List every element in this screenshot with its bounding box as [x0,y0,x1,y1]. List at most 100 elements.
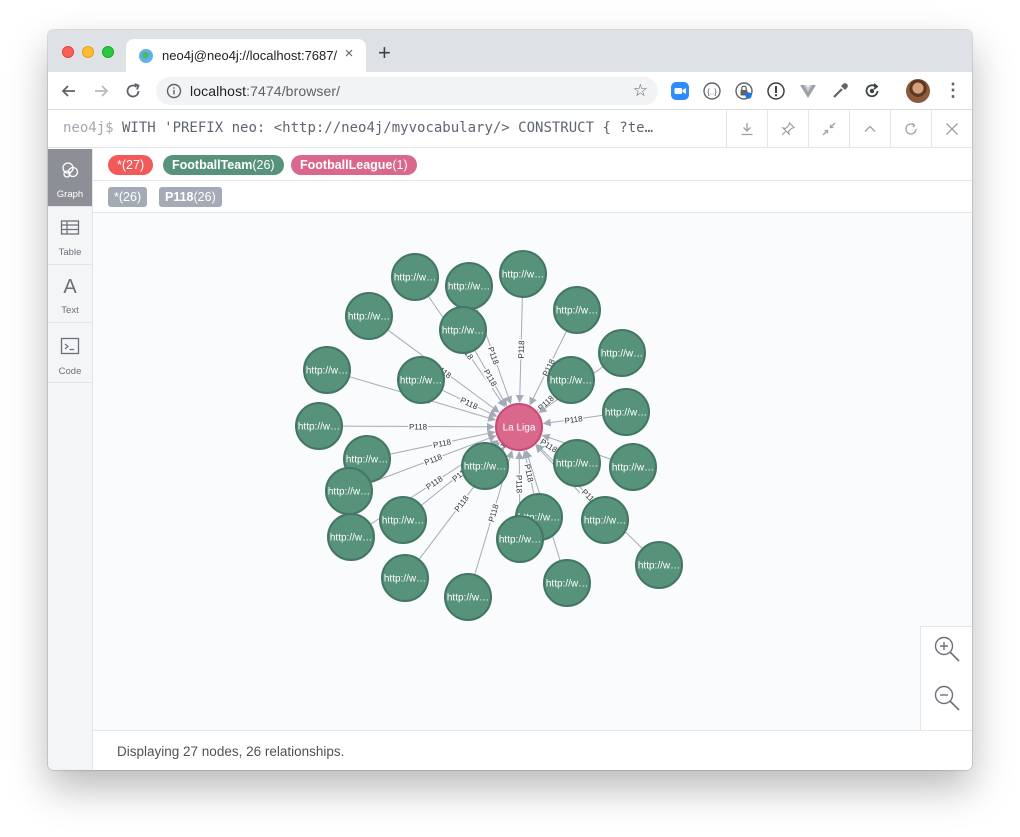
info-extension-icon[interactable] [766,81,786,101]
command-bar[interactable]: neo4j$ WITH 'PREFIX neo: <http://neo4j/m… [48,110,972,148]
new-tab-button[interactable]: + [378,40,391,66]
team-node-label: http://w… [384,574,426,585]
relationship-label: P118 [423,452,444,467]
tab-title: neo4j@neo4j://localhost:7687/ [162,48,337,63]
relationship-label: P118 [514,475,523,494]
site-info-icon[interactable] [166,83,182,99]
browser-menu-icon[interactable]: ⋮ [944,80,962,101]
collapse-arrows-icon [822,122,836,136]
pill-count: (27) [121,158,145,172]
team-node-label: http://w… [328,487,370,498]
label-pill-footballteam[interactable]: FootballTeam(26) [163,155,284,175]
vue-extension-icon[interactable] [798,81,818,101]
team-node-label: http://w… [346,455,388,466]
team-node-label: http://w… [400,376,442,387]
zoom-out-icon[interactable] [932,683,962,713]
team-node-label: http://w… [584,516,626,527]
url-path: :7474/browser/ [246,83,341,99]
label-pill-footballleague[interactable]: FootballLeague(1) [291,155,417,175]
download-button[interactable] [726,110,767,148]
team-node-label: http://w… [306,366,348,377]
zoom-controls [920,626,972,730]
team-node-label: http://w… [612,463,654,474]
maximize-window-button[interactable] [102,46,114,58]
lock-extension-icon[interactable] [734,81,754,101]
sidebar-item-graph[interactable]: Graph [48,149,92,207]
code-extension-icon[interactable]: {..} [702,81,722,101]
status-bar: Displaying 27 nodes, 26 relationships. [93,730,972,770]
team-node-label: http://w… [546,579,588,590]
rel-name: P118 [165,190,194,204]
query-text: WITH 'PREFIX neo: <http://neo4j/myvocabu… [113,120,654,136]
profile-avatar[interactable] [906,79,930,103]
team-node-label: http://w… [348,312,390,323]
sidebar-item-label: Text [61,305,79,316]
query-editor[interactable]: neo4j$ WITH 'PREFIX neo: <http://neo4j/m… [63,120,723,136]
rel-tag-all[interactable]: *(26) [108,187,148,207]
sidebar-item-text[interactable]: A Text [48,265,92,323]
browser-toolbar: localhost:7474/browser/ ☆ {..} ⋮ [48,72,972,110]
neo4j-frame: neo4j$ WITH 'PREFIX neo: <http://neo4j/m… [48,110,972,770]
graph-visualization[interactable]: P118 P118P118 P118P118 P118P118P118P118P118… [93,213,972,730]
tab-bar: neo4j@neo4j://localhost:7687/ × + [48,30,972,72]
bookmark-star-icon[interactable]: ☆ [633,81,648,101]
text-icon: A [63,276,77,298]
close-icon [946,123,958,135]
team-node-label: http://w… [638,561,680,572]
back-arrow-icon[interactable] [58,80,80,102]
pill-count: (26) [252,158,275,172]
node-labels-row: *(27) FootballTeam(26) FootballLeague(1) [93,149,972,181]
relationship-label: P118 [432,437,452,450]
zoom-extension-icon[interactable] [670,81,690,101]
team-node-label: http://w… [601,349,643,360]
minimize-window-button[interactable] [82,46,94,58]
eyedropper-extension-icon[interactable] [830,81,850,101]
team-node-label: http://w… [464,462,506,473]
graph-canvas[interactable]: P118 P118 P118 P118 P118 P118 P118 P118 P118 P118… [93,213,972,730]
sidebar-item-label: Code [58,366,82,377]
fold-button[interactable] [849,110,890,148]
pin-icon [781,121,796,136]
tab-close-icon[interactable]: × [340,45,358,62]
close-frame-button[interactable] [931,110,972,148]
close-window-button[interactable] [62,46,74,58]
forward-arrow-icon[interactable] [90,80,112,102]
team-node-label: http://w… [442,326,484,337]
team-node-label: http://w… [556,306,598,317]
collapse-button[interactable] [808,110,849,148]
download-icon [741,123,753,136]
sync-extension-icon[interactable] [862,81,882,101]
status-text: Displaying 27 nodes, 26 relationships. [117,744,345,759]
team-node-label: http://w… [447,593,489,604]
sidebar-item-table[interactable]: Table [48,207,92,265]
pill-count: (1) [392,158,408,172]
team-node-label: http://w… [448,282,490,293]
view-sidebar: Graph Table A Text Code [48,149,93,770]
browser-tab[interactable]: neo4j@neo4j://localhost:7687/ × [126,39,366,72]
table-icon [60,220,80,235]
url-host: localhost [190,83,247,99]
relationship-label: P118 [564,414,584,426]
svg-text:{..}: {..} [707,88,717,97]
address-bar[interactable]: localhost:7474/browser/ ☆ [156,77,658,105]
relationship-label: P118 [409,422,428,431]
label-pill-all[interactable]: *(27) [108,155,154,175]
neo4j-favicon-icon [139,49,153,63]
browser-window: neo4j@neo4j://localhost:7687/ × + localh… [48,30,972,770]
svg-text:A: A [63,276,77,297]
sidebar-item-code[interactable]: Code [48,323,92,383]
zoom-in-icon[interactable] [932,634,962,664]
rel-tag-p118[interactable]: P118(26) [159,187,222,207]
rerun-icon [905,123,917,135]
chevron-up-icon [864,125,876,132]
reload-icon[interactable] [122,80,144,102]
code-icon [60,337,80,355]
team-node-label: http://w… [382,516,424,527]
league-node-label: La Liga [503,423,536,434]
url-text: localhost:7474/browser/ [190,83,340,99]
pin-button[interactable] [767,110,808,148]
rerun-button[interactable] [890,110,931,148]
rel-count: (26) [118,190,142,204]
sidebar-item-label: Graph [56,189,84,200]
team-node-label: http://w… [298,422,340,433]
